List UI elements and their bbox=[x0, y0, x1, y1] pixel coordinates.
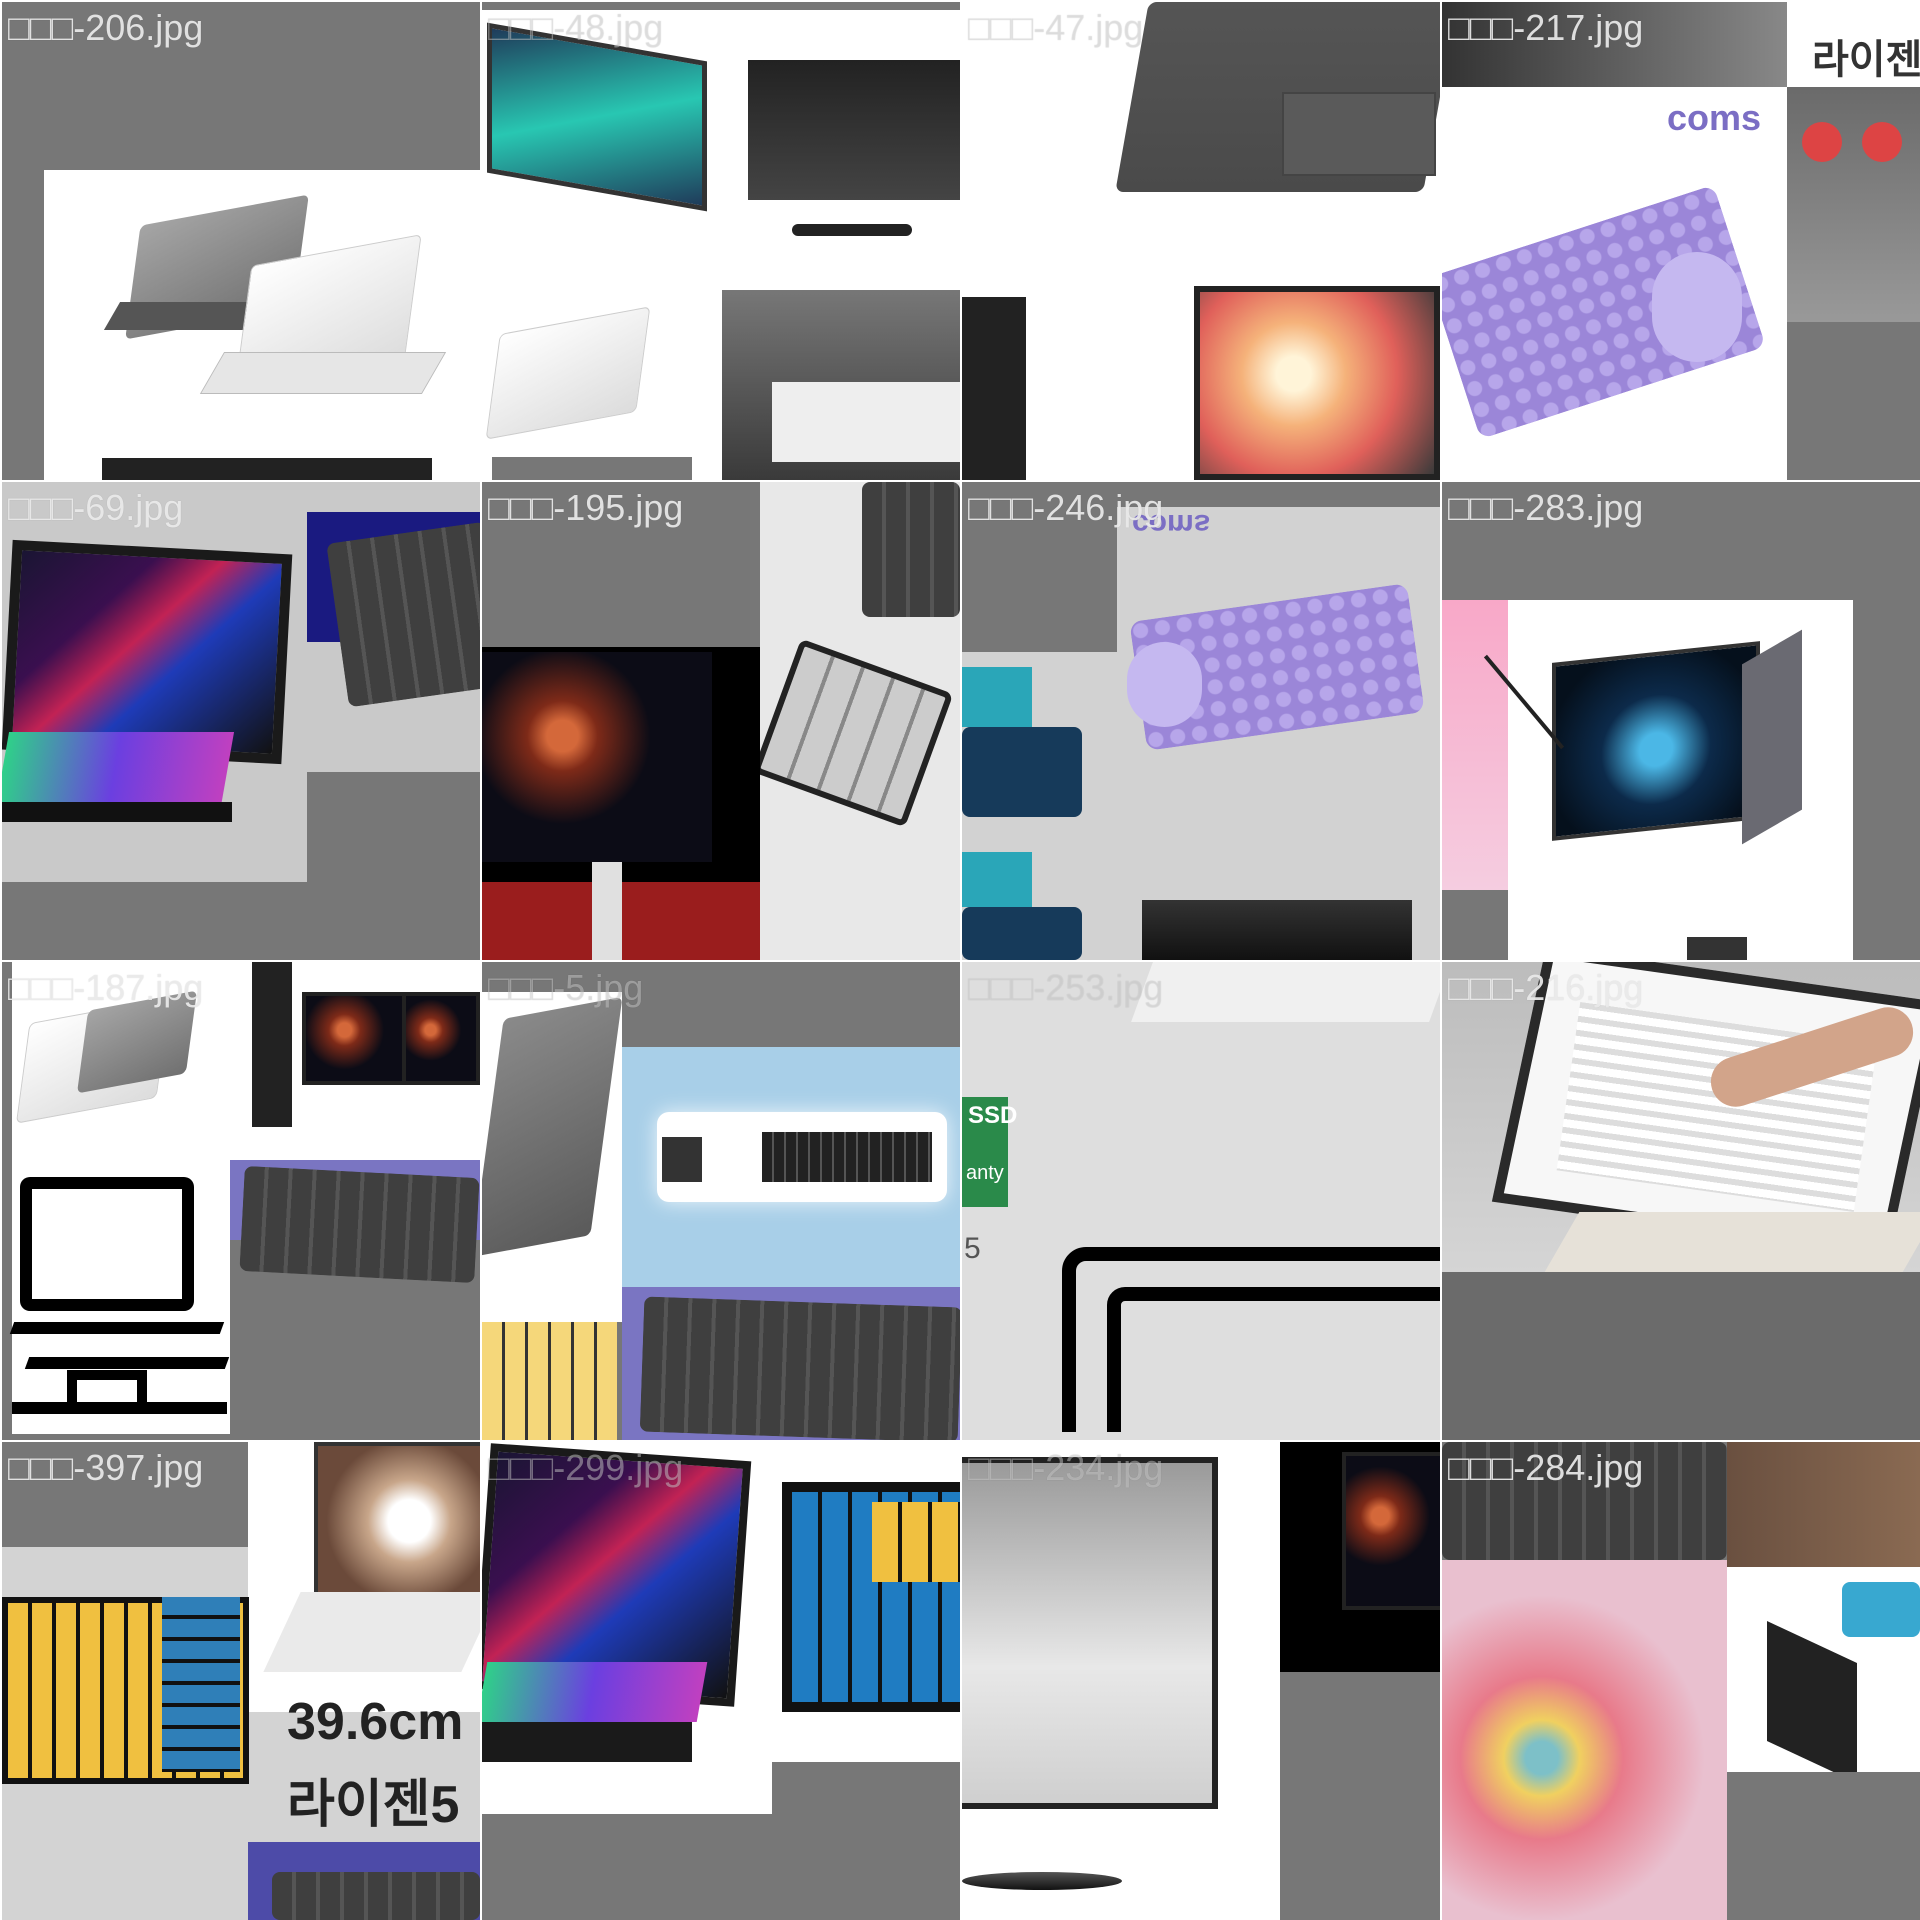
thumbnail-tile[interactable]: □□□-195.jpg bbox=[482, 482, 960, 960]
thumbnail-tile[interactable]: □□□-283.jpg bbox=[1442, 482, 1920, 960]
file-name-label: □□□-397.jpg bbox=[8, 1447, 204, 1488]
thumbnail-image bbox=[962, 1442, 1440, 1920]
thumbnail-tile[interactable]: □□□-5.jpg bbox=[482, 962, 960, 1440]
thumbnail-grid: □□□-206.jpg □□□-48.jpg □□□-47.jpg coms 라… bbox=[0, 0, 1920, 1920]
file-name-label: □□□-206.jpg bbox=[8, 7, 204, 48]
thumbnail-image bbox=[2, 482, 480, 960]
thumbnail-image bbox=[482, 962, 960, 1440]
warranty-text: anty bbox=[966, 1162, 1004, 1184]
thumbnail-image bbox=[1442, 1442, 1920, 1920]
thumbnail-tile[interactable]: □□□-234.jpg bbox=[962, 1442, 1440, 1920]
file-name-label: □□□-47.jpg bbox=[968, 7, 1144, 48]
thumbnail-image: SSD anty 5 bbox=[962, 962, 1440, 1440]
file-name-label: □□□-216.jpg bbox=[1448, 967, 1644, 1008]
file-name-label: □□□-5.jpg bbox=[488, 967, 644, 1008]
product-size-text: 39.6cm bbox=[287, 1693, 464, 1751]
file-name-label: □□□-299.jpg bbox=[488, 1447, 684, 1488]
thumbnail-image bbox=[2, 2, 480, 480]
file-name-label: □□□-234.jpg bbox=[968, 1447, 1164, 1488]
thumbnail-tile[interactable]: □□□-206.jpg bbox=[2, 2, 480, 480]
thumbnail-tile[interactable]: 39.6cm 라이젠5 □□□-397.jpg bbox=[2, 1442, 480, 1920]
thumbnail-tile[interactable]: □□□-187.jpg bbox=[2, 962, 480, 1440]
thumbnail-tile[interactable]: □□□-69.jpg bbox=[2, 482, 480, 960]
file-name-label: □□□-48.jpg bbox=[488, 7, 664, 48]
thumbnail-image bbox=[482, 1442, 960, 1920]
ssd-text: SSD bbox=[968, 1102, 1018, 1129]
file-name-label: □□□-284.jpg bbox=[1448, 1447, 1644, 1488]
file-name-label: □□□-253.jpg bbox=[968, 967, 1164, 1008]
thumbnail-image bbox=[2, 962, 480, 1440]
product-brand-text: 라이젠5 bbox=[287, 1776, 460, 1834]
thumbnail-image: 39.6cm 라이젠5 bbox=[2, 1442, 480, 1920]
thumbnail-image bbox=[962, 2, 1440, 480]
thumbnail-image bbox=[1442, 482, 1920, 960]
thumbnail-image: coms bbox=[962, 482, 1440, 960]
thumbnail-tile[interactable]: □□□-47.jpg bbox=[962, 2, 1440, 480]
brand-text: 라이젠 bbox=[1812, 38, 1920, 82]
thumbnail-tile[interactable]: □□□-299.jpg bbox=[482, 1442, 960, 1920]
file-name-label: □□□-283.jpg bbox=[1448, 487, 1644, 528]
file-name-label: □□□-195.jpg bbox=[488, 487, 684, 528]
thumbnail-tile[interactable]: SSD anty 5 □□□-253.jpg bbox=[962, 962, 1440, 1440]
thumbnail-image bbox=[482, 2, 960, 480]
thumbnail-tile[interactable]: coms □□□-246.jpg bbox=[962, 482, 1440, 960]
thumbnail-tile[interactable]: □□□-216.jpg bbox=[1442, 962, 1920, 1440]
thumbnail-image bbox=[1442, 962, 1920, 1440]
thumbnail-image: coms 라이젠 bbox=[1442, 2, 1920, 480]
brand-text: coms bbox=[1667, 97, 1762, 138]
file-name-label: □□□-246.jpg bbox=[968, 487, 1164, 528]
thumbnail-image bbox=[482, 482, 960, 960]
file-name-label: □□□-187.jpg bbox=[8, 967, 204, 1008]
thumbnail-tile[interactable]: coms 라이젠 □□□-217.jpg bbox=[1442, 2, 1920, 480]
digit-text: 5 bbox=[964, 1232, 981, 1265]
thumbnail-tile[interactable]: □□□-284.jpg bbox=[1442, 1442, 1920, 1920]
file-name-label: □□□-217.jpg bbox=[1448, 7, 1644, 48]
thumbnail-tile[interactable]: □□□-48.jpg bbox=[482, 2, 960, 480]
file-name-label: □□□-69.jpg bbox=[8, 487, 184, 528]
